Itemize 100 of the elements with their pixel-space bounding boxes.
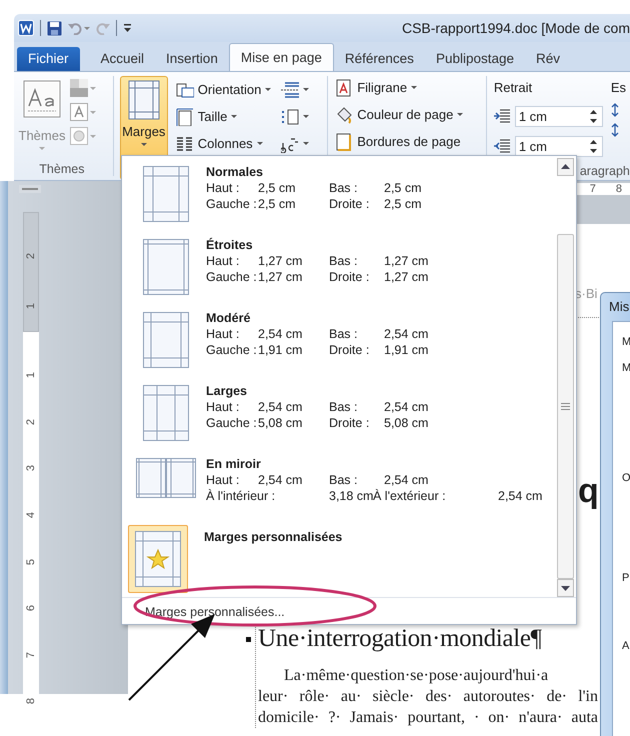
spacing-before-icon [610, 103, 619, 117]
ribbon-tab[interactable]: Accueil [90, 47, 156, 71]
ribbon-command[interactable]: Couleur de page [335, 105, 479, 124]
margin-value: 2,5 cm [384, 181, 422, 197]
indent-label: Retrait [494, 79, 534, 97]
ruler-number: 3 [25, 465, 37, 472]
margins-icon [128, 80, 160, 120]
margin-value: 1,27 cm [384, 254, 428, 270]
themes-icon [23, 80, 61, 118]
undo-icon[interactable] [68, 21, 90, 35]
margin-value: 5,08 cm [384, 416, 428, 432]
preset-name: En miroir [206, 457, 262, 473]
ribbon-command[interactable]: Filigrane [335, 78, 479, 97]
customize-toolbar-icon[interactable] [123, 23, 132, 33]
preset-name: Étroites [206, 238, 254, 254]
caret-icon [231, 115, 238, 118]
dialog-label: M [622, 336, 630, 348]
preset-name: Normales [206, 165, 264, 181]
grip-icon [561, 403, 570, 410]
ribbon-tab[interactable]: Insertion [155, 47, 229, 71]
caret-icon [39, 147, 45, 150]
word-app-icon[interactable] [18, 20, 34, 36]
margin-label: Bas : [329, 400, 358, 416]
margin-value: 1,27 cm [258, 270, 304, 286]
margin-preset[interactable]: Marges personnalisées [126, 525, 557, 597]
caret-icon [256, 142, 263, 145]
ribbon-tab[interactable]: Rév [525, 47, 572, 71]
caret-icon [303, 88, 310, 91]
ribbon-command[interactable]: Colonnes [176, 134, 272, 153]
ruler-number: 2 [25, 252, 37, 260]
group-label: aragraph [580, 164, 630, 178]
scroll-thumb[interactable] [557, 234, 574, 579]
indent-right-icon [494, 139, 510, 153]
ribbon-tab[interactable]: Publipostage [424, 47, 525, 71]
line-numbers-icon[interactable] [281, 108, 300, 126]
ribbon-command[interactable]: Bordures de page [335, 132, 479, 151]
margin-preset[interactable]: Larges Haut : 2,54 cm Bas : 2,54 cm Gauche :5,08 cm Droite : 5,08 cm [126, 379, 557, 452]
dialog-label: P [622, 572, 630, 584]
file-tab[interactable]: Fichier [17, 47, 80, 71]
ruler-number: 6 [25, 605, 37, 612]
paragraph-mark-icon [246, 637, 251, 642]
margin-label: Haut : [206, 254, 240, 270]
spin-arrows-icon[interactable] [590, 140, 597, 152]
caret-icon [140, 143, 147, 146]
margin-value: 2,5 cm [258, 181, 297, 197]
dialog-label: A [622, 640, 630, 652]
ribbon-tab[interactable]: Mise en page [228, 43, 334, 71]
margin-preset[interactable]: En miroir Haut : 2,54 cm Bas : 2,54 cm À l'intérieur : 3,18 cmÀ l'extérieur : 2,54 cm [126, 452, 557, 525]
ribbon-command[interactable]: Orientation [176, 80, 272, 99]
custom-preset-tile[interactable] [128, 525, 188, 593]
ruler-number: 5 [25, 558, 37, 565]
scroll-up-icon[interactable] [557, 158, 574, 176]
margin-value: 2,5 cm [258, 197, 297, 213]
scroll-down-icon[interactable] [557, 579, 574, 597]
margin-label: Haut : [206, 181, 240, 197]
margin-preset[interactable]: Étroites Haut : 1,27 cm Bas : 1,27 cm Gauche :1,27 cm Droite : 1,27 cm [126, 233, 557, 306]
page-size-icon [176, 108, 194, 126]
ribbon-tab[interactable]: Références [334, 47, 425, 71]
columns-icon [176, 134, 194, 152]
margin-value: 2,54 cm [258, 473, 304, 489]
spacing-label: Es [610, 79, 626, 97]
ruler-number: 2 [25, 418, 37, 425]
dialog-title: Mis [608, 298, 630, 314]
caret-icon [265, 88, 272, 91]
theme-fonts-icon[interactable] [70, 103, 88, 121]
spin-field[interactable]: 1 cm [514, 136, 603, 156]
spin-arrows-icon[interactable] [590, 110, 597, 122]
spacing-after-icon [610, 123, 619, 137]
ribbon-command[interactable]: Taille [176, 107, 272, 126]
margin-label: Droite : [329, 416, 370, 432]
page-star-icon [135, 531, 181, 587]
ruler-number: 8 [616, 183, 622, 195]
ruler-number: 8 [25, 698, 37, 705]
spin-field[interactable]: 1 cm [514, 106, 603, 126]
margin-value: 2,54 cm [384, 473, 428, 489]
scroll-bar[interactable] [557, 156, 576, 597]
ruler-number: 1 [25, 302, 37, 310]
margin-label: Gauche : [206, 416, 258, 432]
margin-value: 1,91 cm [384, 343, 428, 359]
ruler-number: 7 [590, 183, 596, 195]
caret-icon [90, 86, 96, 90]
breaks-icon[interactable] [281, 80, 300, 98]
theme-colors-icon[interactable] [70, 79, 88, 97]
caret-icon [411, 86, 418, 89]
indent-left-icon [494, 109, 510, 123]
paint-bucket-icon [335, 106, 354, 124]
margin-label: Gauche : [206, 197, 258, 213]
page-margins-icon [143, 312, 189, 368]
margin-label: À l'intérieur : [206, 489, 276, 505]
paragraph-line: La·même·question·se·pose·aujourd'hui·a [283, 666, 550, 686]
margin-value: 3,18 cm [329, 489, 373, 505]
save-icon[interactable] [47, 20, 62, 36]
page-borders-icon [335, 132, 354, 150]
paragraph-line: leur· rôle· au· siècle· des· autoroutes· de· l'in [258, 687, 598, 707]
caret-icon [303, 115, 310, 118]
document-heading: Une·interrogation·mondiale¶ [258, 625, 543, 653]
paragraph-line: domicile· ?· Jamais· pourtant, · on· n'aura· auta [258, 708, 598, 728]
caret-icon [90, 110, 96, 114]
margin-label: Bas : [329, 327, 358, 343]
margin-preset[interactable]: Modéré Haut : 2,54 cm Bas : 2,54 cm Gauche :1,91 cm Droite : 1,91 cm [126, 306, 557, 379]
